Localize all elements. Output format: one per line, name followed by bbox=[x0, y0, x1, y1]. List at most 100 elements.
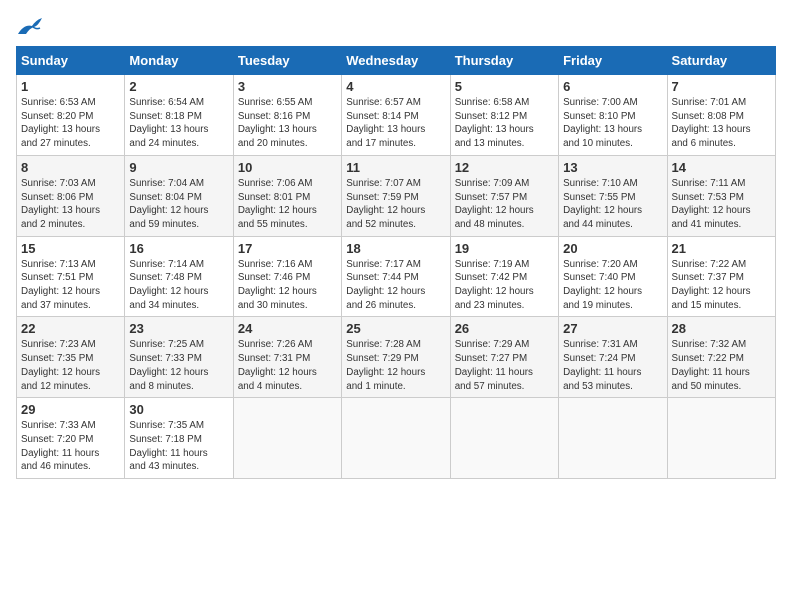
calendar-cell: 16 Sunrise: 7:14 AMSunset: 7:48 PMDayligh… bbox=[125, 236, 233, 317]
calendar-cell: 12 Sunrise: 7:09 AMSunset: 7:57 PMDayligh… bbox=[450, 155, 558, 236]
calendar-cell bbox=[559, 398, 667, 479]
day-info: Sunrise: 6:58 AMSunset: 8:12 PMDaylight:… bbox=[455, 96, 554, 151]
calendar-cell bbox=[667, 398, 775, 479]
calendar-cell: 7 Sunrise: 7:01 AMSunset: 8:08 PMDaylight… bbox=[667, 75, 775, 156]
day-number: 7 bbox=[672, 79, 771, 94]
day-number: 14 bbox=[672, 160, 771, 175]
calendar-cell: 21Sunrise: 7:22 AMSunset: 7:37 PMDayligh… bbox=[667, 236, 775, 317]
day-info: Sunrise: 7:17 AMSunset: 7:44 PMDaylight:… bbox=[346, 258, 445, 313]
day-number: 23 bbox=[129, 321, 228, 336]
calendar-cell: 14 Sunrise: 7:11 AMSunset: 7:53 PMDayligh… bbox=[667, 155, 775, 236]
day-number: 10 bbox=[238, 160, 337, 175]
day-info: Sunrise: 7:13 AMSunset: 7:51 PMDaylight:… bbox=[21, 258, 120, 313]
day-info: Sunrise: 7:06 AMSunset: 8:01 PMDaylight:… bbox=[238, 177, 337, 232]
calendar-cell: 28 Sunrise: 7:32 AMSunset: 7:22 PMDayligh… bbox=[667, 317, 775, 398]
day-number: 25 bbox=[346, 321, 445, 336]
day-number: 28 bbox=[672, 321, 771, 336]
calendar-cell: 18 Sunrise: 7:17 AMSunset: 7:44 PMDayligh… bbox=[342, 236, 450, 317]
day-header-friday: Friday bbox=[559, 47, 667, 75]
day-info: Sunrise: 7:01 AMSunset: 8:08 PMDaylight:… bbox=[672, 96, 771, 151]
day-number: 6 bbox=[563, 79, 662, 94]
day-info: Sunrise: 7:14 AMSunset: 7:48 PMDaylight:… bbox=[129, 258, 228, 313]
day-number: 16 bbox=[129, 241, 228, 256]
day-info: Sunrise: 6:55 AMSunset: 8:16 PMDaylight:… bbox=[238, 96, 337, 151]
week-row-5: 29Sunrise: 7:33 AMSunset: 7:20 PMDayligh… bbox=[17, 398, 776, 479]
day-number: 1 bbox=[21, 79, 120, 94]
calendar-cell: 13Sunrise: 7:10 AMSunset: 7:55 PMDayligh… bbox=[559, 155, 667, 236]
day-info: Sunrise: 7:29 AMSunset: 7:27 PMDaylight:… bbox=[455, 338, 554, 393]
week-row-1: 1 Sunrise: 6:53 AMSunset: 8:20 PMDaylight… bbox=[17, 75, 776, 156]
day-info: Sunrise: 6:54 AMSunset: 8:18 PMDaylight:… bbox=[129, 96, 228, 151]
day-info: Sunrise: 7:04 AMSunset: 8:04 PMDaylight:… bbox=[129, 177, 228, 232]
day-number: 29 bbox=[21, 402, 120, 417]
calendar-cell: 30 Sunrise: 7:35 AMSunset: 7:18 PMDayligh… bbox=[125, 398, 233, 479]
day-header-tuesday: Tuesday bbox=[233, 47, 341, 75]
calendar-cell: 15 Sunrise: 7:13 AMSunset: 7:51 PMDayligh… bbox=[17, 236, 125, 317]
day-info: Sunrise: 7:32 AMSunset: 7:22 PMDaylight:… bbox=[672, 338, 771, 393]
calendar-cell: 1 Sunrise: 6:53 AMSunset: 8:20 PMDaylight… bbox=[17, 75, 125, 156]
day-info: Sunrise: 7:00 AMSunset: 8:10 PMDaylight:… bbox=[563, 96, 662, 151]
day-info: Sunrise: 7:26 AMSunset: 7:31 PMDaylight:… bbox=[238, 338, 337, 393]
week-row-4: 22 Sunrise: 7:23 AMSunset: 7:35 PMDayligh… bbox=[17, 317, 776, 398]
day-number: 19 bbox=[455, 241, 554, 256]
calendar-cell bbox=[233, 398, 341, 479]
calendar-cell: 4 Sunrise: 6:57 AMSunset: 8:14 PMDaylight… bbox=[342, 75, 450, 156]
calendar-cell: 3 Sunrise: 6:55 AMSunset: 8:16 PMDaylight… bbox=[233, 75, 341, 156]
day-number: 21 bbox=[672, 241, 771, 256]
calendar-cell: 19 Sunrise: 7:19 AMSunset: 7:42 PMDayligh… bbox=[450, 236, 558, 317]
day-info: Sunrise: 6:57 AMSunset: 8:14 PMDaylight:… bbox=[346, 96, 445, 151]
day-info: Sunrise: 7:09 AMSunset: 7:57 PMDaylight:… bbox=[455, 177, 554, 232]
day-info: Sunrise: 7:35 AMSunset: 7:18 PMDaylight:… bbox=[129, 419, 228, 474]
day-info: Sunrise: 6:53 AMSunset: 8:20 PMDaylight:… bbox=[21, 96, 120, 151]
calendar-cell: 26Sunrise: 7:29 AMSunset: 7:27 PMDayligh… bbox=[450, 317, 558, 398]
day-info: Sunrise: 7:07 AMSunset: 7:59 PMDaylight:… bbox=[346, 177, 445, 232]
week-row-2: 8 Sunrise: 7:03 AMSunset: 8:06 PMDaylight… bbox=[17, 155, 776, 236]
day-info: Sunrise: 7:19 AMSunset: 7:42 PMDaylight:… bbox=[455, 258, 554, 313]
day-info: Sunrise: 7:11 AMSunset: 7:53 PMDaylight:… bbox=[672, 177, 771, 232]
calendar-cell bbox=[450, 398, 558, 479]
day-number: 22 bbox=[21, 321, 120, 336]
day-number: 15 bbox=[21, 241, 120, 256]
calendar-cell: 23 Sunrise: 7:25 AMSunset: 7:33 PMDayligh… bbox=[125, 317, 233, 398]
logo bbox=[16, 16, 48, 38]
day-header-monday: Monday bbox=[125, 47, 233, 75]
calendar-cell: 10 Sunrise: 7:06 AMSunset: 8:01 PMDayligh… bbox=[233, 155, 341, 236]
calendar-cell: 11Sunrise: 7:07 AMSunset: 7:59 PMDayligh… bbox=[342, 155, 450, 236]
calendar-cell: 24 Sunrise: 7:26 AMSunset: 7:31 PMDayligh… bbox=[233, 317, 341, 398]
calendar-cell bbox=[342, 398, 450, 479]
day-info: Sunrise: 7:23 AMSunset: 7:35 PMDaylight:… bbox=[21, 338, 120, 393]
day-header-wednesday: Wednesday bbox=[342, 47, 450, 75]
day-header-thursday: Thursday bbox=[450, 47, 558, 75]
day-number: 30 bbox=[129, 402, 228, 417]
calendar-cell: 29Sunrise: 7:33 AMSunset: 7:20 PMDayligh… bbox=[17, 398, 125, 479]
day-number: 17 bbox=[238, 241, 337, 256]
calendar-cell: 6 Sunrise: 7:00 AMSunset: 8:10 PMDaylight… bbox=[559, 75, 667, 156]
day-number: 9 bbox=[129, 160, 228, 175]
calendar-cell: 5 Sunrise: 6:58 AMSunset: 8:12 PMDaylight… bbox=[450, 75, 558, 156]
week-row-3: 15 Sunrise: 7:13 AMSunset: 7:51 PMDayligh… bbox=[17, 236, 776, 317]
day-number: 5 bbox=[455, 79, 554, 94]
day-info: Sunrise: 7:03 AMSunset: 8:06 PMDaylight:… bbox=[21, 177, 120, 232]
day-header-saturday: Saturday bbox=[667, 47, 775, 75]
day-info: Sunrise: 7:28 AMSunset: 7:29 PMDaylight:… bbox=[346, 338, 445, 393]
page-header bbox=[16, 16, 776, 38]
calendar-table: SundayMondayTuesdayWednesdayThursdayFrid… bbox=[16, 46, 776, 479]
calendar-cell: 25 Sunrise: 7:28 AMSunset: 7:29 PMDayligh… bbox=[342, 317, 450, 398]
calendar-cell: 17Sunrise: 7:16 AMSunset: 7:46 PMDayligh… bbox=[233, 236, 341, 317]
day-number: 8 bbox=[21, 160, 120, 175]
day-number: 12 bbox=[455, 160, 554, 175]
day-info: Sunrise: 7:20 AMSunset: 7:40 PMDaylight:… bbox=[563, 258, 662, 313]
day-number: 20 bbox=[563, 241, 662, 256]
day-info: Sunrise: 7:10 AMSunset: 7:55 PMDaylight:… bbox=[563, 177, 662, 232]
day-number: 3 bbox=[238, 79, 337, 94]
logo-icon bbox=[16, 16, 44, 38]
day-info: Sunrise: 7:25 AMSunset: 7:33 PMDaylight:… bbox=[129, 338, 228, 393]
day-number: 24 bbox=[238, 321, 337, 336]
calendar-cell: 8 Sunrise: 7:03 AMSunset: 8:06 PMDaylight… bbox=[17, 155, 125, 236]
day-info: Sunrise: 7:31 AMSunset: 7:24 PMDaylight:… bbox=[563, 338, 662, 393]
calendar-cell: 20 Sunrise: 7:20 AMSunset: 7:40 PMDayligh… bbox=[559, 236, 667, 317]
calendar-cell: 27Sunrise: 7:31 AMSunset: 7:24 PMDayligh… bbox=[559, 317, 667, 398]
day-number: 4 bbox=[346, 79, 445, 94]
day-number: 18 bbox=[346, 241, 445, 256]
days-header-row: SundayMondayTuesdayWednesdayThursdayFrid… bbox=[17, 47, 776, 75]
